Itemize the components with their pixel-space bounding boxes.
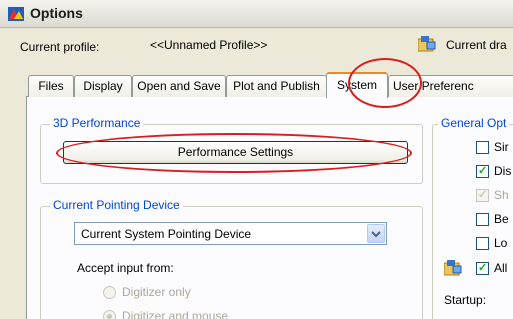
general-option-5-label: Lo — [494, 236, 508, 250]
general-options-title: General Opt — [438, 116, 510, 130]
general-option-1-checkbox[interactable] — [476, 141, 489, 154]
chevron-down-icon — [371, 231, 381, 238]
general-option-4-checkbox[interactable] — [476, 213, 489, 226]
3d-performance-title: 3D Performance — [50, 116, 144, 130]
general-option-3-label: Sh — [494, 188, 509, 202]
drawing-folder-icon — [444, 260, 462, 276]
general-option-3-checkbox[interactable]: ✓ — [476, 189, 489, 202]
general-option-4-label: Be — [494, 212, 509, 226]
general-option-1-label: Sir — [494, 140, 509, 154]
pointing-device-select[interactable]: Current System Pointing Device — [74, 222, 387, 245]
accept-input-label: Accept input from: — [77, 261, 174, 275]
tab-plot-and-publish[interactable]: Plot and Publish — [226, 75, 327, 97]
performance-settings-button[interactable]: Performance Settings — [63, 141, 408, 164]
digitizer-and-mouse-label: Digitizer and mouse — [122, 309, 229, 319]
window-title: Options — [30, 5, 83, 21]
general-option-6-label: All — [494, 261, 508, 275]
digitizer-only-radio[interactable] — [103, 286, 116, 299]
general-option-5-checkbox[interactable] — [476, 237, 489, 250]
options-dialog: Options Current profile: <<Unnamed Profi… — [0, 0, 513, 319]
current-profile-value: <<Unnamed Profile>> — [150, 38, 268, 52]
pointing-device-select-value: Current System Pointing Device — [81, 227, 252, 241]
checkmark-icon: ✓ — [478, 165, 488, 177]
digitizer-and-mouse-radio[interactable] — [103, 310, 116, 319]
general-option-2-checkbox[interactable]: ✓ — [476, 165, 489, 178]
tab-user-preferences[interactable]: User Preferenc — [388, 75, 513, 97]
checkmark-icon: ✓ — [478, 189, 488, 201]
tab-system[interactable]: System — [326, 72, 388, 98]
radio-selected-dot — [107, 314, 112, 319]
general-option-6-checkbox[interactable]: ✓ — [476, 262, 489, 275]
current-drawing-label: Current dra — [446, 38, 507, 52]
digitizer-only-label: Digitizer only — [122, 285, 191, 299]
current-profile-label: Current profile: — [20, 40, 100, 54]
dropdown-button[interactable] — [367, 224, 385, 243]
options-app-icon — [8, 7, 24, 21]
pointing-device-title: Current Pointing Device — [50, 198, 183, 212]
title-bar[interactable]: Options — [0, 0, 513, 28]
checkmark-icon: ✓ — [478, 262, 488, 274]
drawing-folder-icon — [418, 36, 436, 52]
tab-files[interactable]: Files — [28, 75, 74, 97]
tab-display[interactable]: Display — [74, 75, 132, 97]
general-option-2-label: Dis — [494, 164, 512, 178]
startup-label: Startup: — [444, 293, 487, 307]
tab-open-and-save[interactable]: Open and Save — [132, 75, 226, 97]
